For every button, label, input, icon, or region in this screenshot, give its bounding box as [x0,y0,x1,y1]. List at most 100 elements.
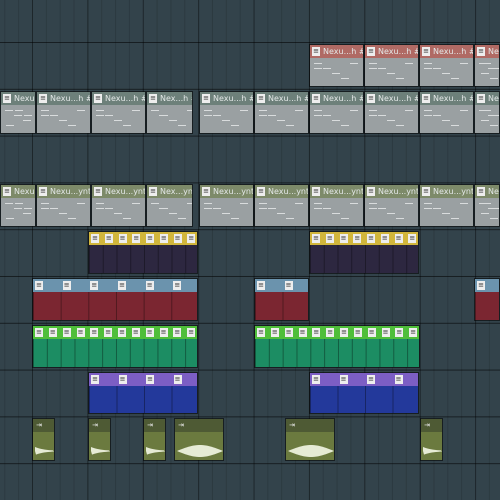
audio-clip[interactable]: ⇥ [143,418,166,462]
note-line [314,114,322,116]
waveform-shape [423,447,442,455]
pattern-clip[interactable]: ≡Nexu...h #3 [309,44,364,87]
clip-label: Nexu...h #3 [378,47,418,56]
note-line [451,124,459,126]
pattern-clip[interactable]: ≡ ≡ ≡ ≡ ≡ ≡ [32,278,198,321]
pattern-icon: ≡ [173,327,182,337]
pattern-icon: ≡ [118,234,127,244]
note-line [169,213,177,215]
pattern-icon: ≡ [35,281,43,290]
clip-body [475,104,499,133]
note-line [490,124,498,126]
note-line [424,109,432,111]
note-line [77,109,85,111]
audio-icon: ⇥ [424,421,430,430]
pattern-clip[interactable]: ≡Nexu...h #2 [419,90,474,134]
audio-clip[interactable]: ⇥ [88,418,111,462]
pattern-clip[interactable]: ≡Nexu...h #2 [364,90,419,134]
pattern-clip[interactable]: ≡ [474,278,500,321]
pattern-icon: ≡ [149,187,157,197]
note-line [405,203,413,205]
audio-clip[interactable]: ⇥ [420,418,443,462]
pattern-clip[interactable]: ≡ ≡ ≡ ≡ [309,371,419,415]
pattern-icon: ≡ [312,327,321,337]
note-line [323,68,331,69]
pattern-clip[interactable]: ≡Nexu...ynth [36,184,91,228]
clip-header: ⇥ [144,419,165,433]
pattern-clip[interactable]: ≡Nexu...ynth [91,184,146,228]
pattern-icon: ≡ [284,281,293,290]
note-line [387,73,395,74]
pattern-clip[interactable]: ≡ ≡ ≡ ≡ ≡ ≡ ≡ ≡ ≡ ≡ ≡ ≡ [32,324,198,368]
pattern-clip[interactable]: ≡Nexu...ynth [474,184,500,228]
pattern-icon: ≡ [132,234,141,244]
clip-body [37,104,90,133]
waveform-shape [35,447,54,455]
pattern-clip[interactable]: ≡Nexu...h #3 [419,44,474,87]
note-line [178,218,186,220]
pattern-icon: ≡ [339,234,348,244]
note-line [424,114,432,116]
pattern-clip[interactable]: ≡Nexu...h #3 [474,44,500,87]
pattern-clip[interactable]: ≡Nexu...h #2 [36,90,91,134]
pattern-icon: ≡ [159,327,168,337]
pattern-icon: ≡ [312,187,320,197]
clip-body [92,104,145,133]
clip-body [365,198,418,227]
note-line [96,114,104,116]
pattern-clip[interactable]: ≡Nexu...ynth [309,184,364,228]
pattern-clip[interactable]: ≡Nexu...h #2 [91,90,146,134]
pattern-clip[interactable]: ≡ ≡ ≡ ≡ ≡ ≡ ≡ ≡ [88,231,198,274]
pattern-icon: ≡ [48,327,57,337]
bar-separators [33,292,197,320]
pattern-clip[interactable]: ≡Nexu...ynth [419,184,474,228]
pattern-clip[interactable]: ≡ ≡ ≡ ≡ ≡ ≡ ≡ ≡ ≡ ≡ ≡ ≡ [254,324,420,368]
note-line [433,114,441,116]
pattern-clip[interactable]: ≡ ≡ ≡ ≡ [88,371,198,415]
note-line [396,218,404,220]
waveform-shape [146,447,165,455]
clip-header: ≡Nexu...h #3 [475,45,499,58]
audio-clip[interactable]: ⇥ [285,418,335,462]
pattern-clip[interactable]: ≡Nexu...h #2 [254,90,309,134]
pattern-icon: ≡ [312,234,320,244]
pattern-clip[interactable]: ≡Nexu...ynth [364,184,419,228]
pattern-icon: ≡ [94,187,102,197]
clip-header: ≡Nexu...ynth [200,185,253,199]
pattern-icon: ≡ [367,327,376,337]
note-line [105,114,113,116]
pattern-clip[interactable]: ≡ ≡ ≡ ≡ ≡ ≡ ≡ ≡ [309,231,419,274]
clip-body [310,58,363,86]
note-line [332,73,340,74]
note-line [96,109,104,111]
audio-clip[interactable]: ⇥ [174,418,224,462]
pattern-clip[interactable]: ≡Nexu...h #2 [199,90,254,134]
pattern-icon: ≡ [422,187,430,197]
pattern-clip[interactable]: ≡Nexu...ynth [0,184,36,228]
audio-clip[interactable]: ⇥ [32,418,55,462]
pattern-clip[interactable]: ≡Nexu...ynth [199,184,254,228]
pattern-clip[interactable]: ≡ ≡ [254,278,309,321]
pattern-clip[interactable]: ≡Nexu...h #2 [474,90,500,134]
pattern-icon: ≡ [91,234,99,244]
note-line [424,68,432,69]
pattern-clip[interactable]: ≡Nexu...h #2 [309,90,364,134]
note-line [77,203,85,205]
pattern-icon: ≡ [35,327,43,337]
note-line [492,114,499,116]
pattern-icon: ≡ [380,234,389,244]
pattern-clip[interactable]: ≡Nexu...h #2 [0,90,36,134]
pattern-icon: ≡ [270,327,279,337]
pattern-clip[interactable]: ≡Nexu...h #3 [364,44,419,87]
clip-body [475,292,499,320]
pattern-clip[interactable]: ≡Nexu...ynth [254,184,309,228]
note-line [59,119,67,121]
note-line [41,109,49,111]
pattern-clip[interactable]: ≡Nex...ynth [146,184,193,228]
clip-header: ≡ ≡ ≡ ≡ ≡ ≡ [33,279,197,292]
note-line [286,218,294,220]
pattern-clip[interactable]: ≡Nex...h #2 [146,90,193,134]
note-line [15,203,23,205]
clip-body [421,432,442,461]
pattern-icon: ≡ [76,327,85,337]
